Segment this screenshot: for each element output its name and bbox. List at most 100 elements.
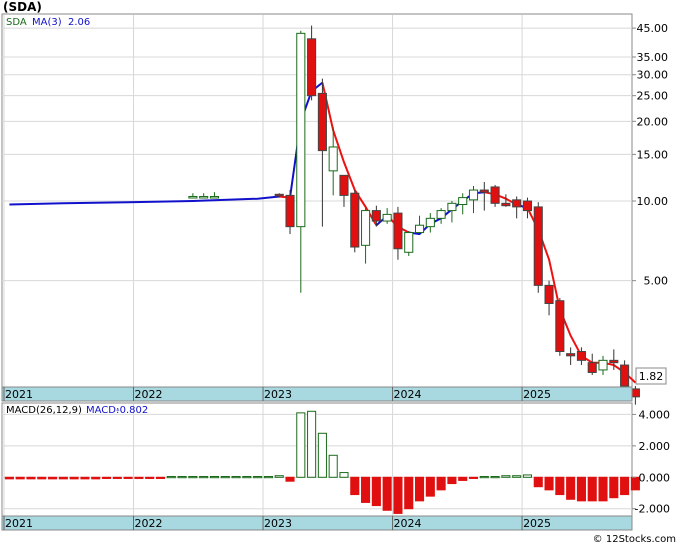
legend-ma-label: MA(3) xyxy=(32,17,62,28)
macd-bar xyxy=(328,454,338,478)
candle-body xyxy=(317,92,327,152)
price-x-tick-label: 2025 xyxy=(523,388,551,401)
candle-body xyxy=(339,174,349,196)
macd-bar xyxy=(404,476,414,510)
macd-bar xyxy=(199,476,209,479)
price-x-tick-label: 2024 xyxy=(394,388,422,401)
candle-body xyxy=(609,359,619,364)
macd-bar xyxy=(393,476,403,514)
macd-bar xyxy=(91,476,101,480)
candle-body xyxy=(458,197,468,206)
candle-body xyxy=(533,206,543,286)
macd-bar xyxy=(620,476,630,496)
macd-bar xyxy=(155,476,166,479)
macd-bar xyxy=(317,432,327,478)
chart-background xyxy=(0,0,680,546)
macd-bar xyxy=(80,476,90,480)
stock-chart: (SDA) SDA MA(3) 2.06 2021 2022 2023 2024 202… xyxy=(0,0,680,546)
macd-x-tick-label: 2021 xyxy=(5,517,33,530)
candle-body xyxy=(479,189,489,193)
macd-bar xyxy=(436,476,446,491)
last-price-label: 1.82 xyxy=(639,370,664,383)
candle-body xyxy=(296,32,306,228)
macd-bar xyxy=(26,476,36,480)
candle-body xyxy=(490,186,500,204)
candle-body xyxy=(436,210,446,219)
macd-bar xyxy=(209,476,220,479)
candle-body xyxy=(404,232,414,253)
macd-bar xyxy=(69,476,79,480)
macd-bar xyxy=(123,476,133,479)
candle-body xyxy=(566,353,576,357)
macd-bar xyxy=(285,476,295,482)
macd-bar xyxy=(48,476,58,480)
macd-bar xyxy=(458,476,468,481)
candle-body xyxy=(199,195,209,199)
macd-bar xyxy=(501,475,511,478)
macd-bar xyxy=(576,476,586,502)
macd-bar xyxy=(242,476,252,479)
macd-bar xyxy=(414,476,425,502)
macd-bar xyxy=(145,476,155,479)
candle-body xyxy=(414,224,425,234)
macd-bar xyxy=(296,412,306,478)
macd-y-tick-label: 2.000 xyxy=(639,440,671,453)
macd-bar xyxy=(609,476,619,499)
candle-body xyxy=(350,192,360,248)
macd-bar xyxy=(350,476,360,496)
macd-bar xyxy=(447,476,457,485)
price-y-tick-label: 20.00 xyxy=(637,115,669,128)
candle-body xyxy=(209,195,220,199)
price-y-tick-label: 10.00 xyxy=(637,195,669,208)
macd-x-tick-label: 2022 xyxy=(135,517,163,530)
price-x-tick-label: 2021 xyxy=(5,388,33,401)
candle-body xyxy=(285,194,295,228)
macd-bar xyxy=(4,476,14,480)
candle-body xyxy=(544,284,554,304)
macd-bar xyxy=(382,476,392,511)
price-y-tick-label: 30.00 xyxy=(637,69,669,82)
macd-bar xyxy=(166,476,176,479)
macd-bar xyxy=(479,476,489,479)
candle-body xyxy=(371,210,381,222)
macd-bar xyxy=(253,476,263,479)
macd-bar xyxy=(425,476,435,497)
macd-bar xyxy=(490,476,500,479)
candle-body xyxy=(587,362,597,373)
macd-bar xyxy=(522,474,533,478)
candle-body xyxy=(620,364,630,387)
candle-body xyxy=(188,195,198,199)
candle-body xyxy=(501,202,511,207)
macd-x-tick-label: 2023 xyxy=(264,517,292,530)
macd-bar xyxy=(58,476,68,480)
chart-title: (SDA) xyxy=(3,0,42,14)
macd-bar xyxy=(177,476,187,479)
candle-body xyxy=(522,200,533,212)
macd-bar xyxy=(307,410,317,478)
candle-body xyxy=(425,217,435,228)
price-y-tick-label: 35.00 xyxy=(637,51,669,64)
price-y-tick-label: 25.00 xyxy=(637,90,669,103)
macd-bar xyxy=(512,475,522,478)
macd-bar xyxy=(361,476,371,503)
macd-x-tick-label: 2024 xyxy=(394,517,422,530)
macd-bar xyxy=(533,476,543,488)
candle-body xyxy=(361,210,371,246)
macd-legend-value: -0.802 xyxy=(116,405,148,416)
price-y-tick-label: 5.00 xyxy=(644,275,669,288)
macd-legend-macd-label: MACD: xyxy=(86,405,119,416)
macd-bar xyxy=(587,476,597,502)
candle-body xyxy=(512,199,522,208)
candle-body xyxy=(555,300,565,353)
macd-y-tick-label: 0.000 xyxy=(639,471,671,484)
macd-legend-label: MACD(26,12,9) xyxy=(6,405,82,416)
candle-body xyxy=(307,38,317,97)
macd-bar xyxy=(468,476,479,479)
legend-ma-value: 2.06 xyxy=(68,17,90,28)
candle-body xyxy=(393,212,403,250)
macd-bar xyxy=(101,476,112,479)
macd-bar xyxy=(112,476,122,479)
macd-x-tick-label: 2025 xyxy=(523,517,551,530)
macd-bar xyxy=(598,476,608,502)
macd-bar xyxy=(220,476,230,479)
